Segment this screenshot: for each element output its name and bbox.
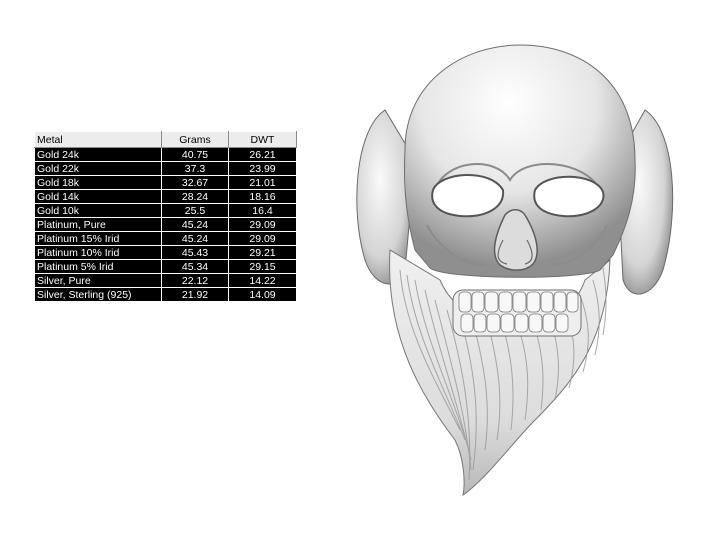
cell-dwt: 29.09 (228, 217, 297, 232)
table-body: Gold 24k 40.75 26.21 Gold 22k 37.3 23.99 Gold … (34, 147, 297, 302)
cell-grams: 45.34 (161, 259, 229, 274)
cell-dwt: 29.15 (228, 259, 297, 274)
cell-dwt: 26.21 (228, 147, 297, 162)
table-row[interactable]: Gold 14k 28.24 18.16 (34, 189, 297, 204)
cell-grams: 40.75 (161, 147, 229, 162)
cell-grams: 45.24 (161, 231, 229, 246)
cell-grams: 25.5 (161, 203, 229, 218)
metal-weight-table: Metal Grams DWT Gold 24k 40.75 26.21 Gold 2… (34, 131, 297, 302)
table-header-row: Metal Grams DWT (34, 131, 297, 148)
cell-metal: Gold 14k (34, 189, 162, 204)
cell-metal: Silver, Sterling (925) (34, 287, 162, 302)
cell-dwt: 14.22 (228, 273, 297, 288)
table-row[interactable]: Platinum 10% Irid 45.43 29.21 (34, 245, 297, 260)
cell-metal: Gold 22k (34, 161, 162, 176)
table-row[interactable]: Silver, Sterling (925) 21.92 14.09 (34, 287, 297, 302)
eye-socket-right (533, 175, 605, 218)
cell-metal: Platinum 5% Irid (34, 259, 162, 274)
cell-metal: Gold 18k (34, 175, 162, 190)
cell-metal: Platinum 15% Irid (34, 231, 162, 246)
cell-grams: 32.67 (161, 175, 229, 190)
cell-dwt: 14.09 (228, 287, 297, 302)
cell-dwt: 29.09 (228, 231, 297, 246)
table-row[interactable]: Gold 10k 25.5 16.4 (34, 203, 297, 218)
cell-metal: Gold 10k (34, 203, 162, 218)
cell-grams: 22.12 (161, 273, 229, 288)
cell-grams: 45.24 (161, 217, 229, 232)
cell-grams: 45.43 (161, 245, 229, 260)
table-row[interactable]: Platinum 15% Irid 45.24 29.09 (34, 231, 297, 246)
cell-dwt: 29.21 (228, 245, 297, 260)
cell-dwt: 16.4 (228, 203, 297, 218)
table-row[interactable]: Silver, Pure 22.12 14.22 (34, 273, 297, 288)
table-row[interactable]: Platinum, Pure 45.24 29.09 (34, 217, 297, 232)
table-row[interactable]: Platinum 5% Irid 45.34 29.15 (34, 259, 297, 274)
cell-metal: Platinum, Pure (34, 217, 162, 232)
cell-metal: Platinum 10% Irid (34, 245, 162, 260)
teeth (452, 289, 582, 337)
cell-dwt: 23.99 (228, 161, 297, 176)
cell-dwt: 21.01 (228, 175, 297, 190)
cell-metal: Silver, Pure (34, 273, 162, 288)
cell-metal: Gold 24k (34, 147, 162, 162)
column-header-grams[interactable]: Grams (161, 131, 229, 148)
beard (389, 249, 611, 497)
column-header-metal[interactable]: Metal (34, 131, 162, 148)
table-row[interactable]: Gold 22k 37.3 23.99 (34, 161, 297, 176)
skull-model-render (356, 44, 674, 497)
cell-dwt: 18.16 (228, 189, 297, 204)
column-header-dwt[interactable]: DWT (228, 131, 297, 148)
cell-grams: 21.92 (161, 287, 229, 302)
table-row[interactable]: Gold 18k 32.67 21.01 (34, 175, 297, 190)
cell-grams: 28.24 (161, 189, 229, 204)
table-row[interactable]: Gold 24k 40.75 26.21 (34, 147, 297, 162)
cell-grams: 37.3 (161, 161, 229, 176)
eye-socket-left (431, 174, 505, 218)
